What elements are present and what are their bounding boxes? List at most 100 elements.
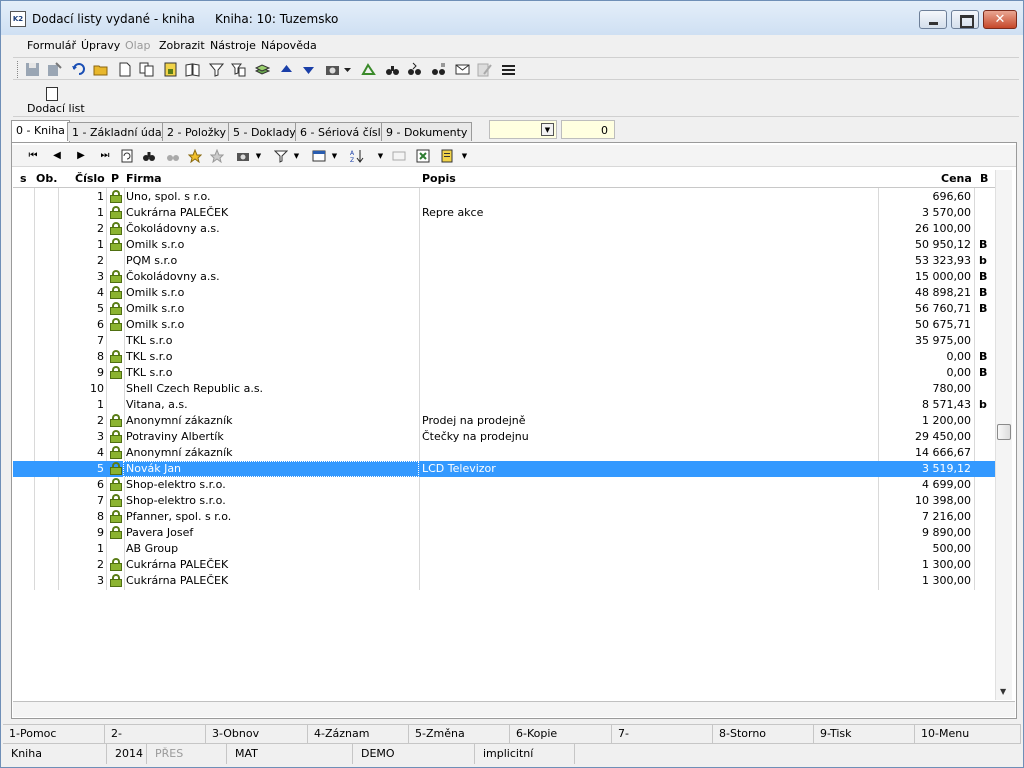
sort-az-icon[interactable]: AZ bbox=[350, 149, 364, 163]
table-row[interactable]: 8 Pfanner, spol. s r.o. 7 216,00 bbox=[13, 509, 995, 525]
table-row[interactable]: 1 Uno, spol. s r.o. 696,60 bbox=[13, 189, 995, 205]
delivery-note-button[interactable]: Dodací list bbox=[27, 102, 85, 115]
fkey-storno[interactable]: 8-Storno bbox=[713, 725, 814, 743]
chevron-down-icon[interactable]: ▼ bbox=[541, 123, 554, 136]
tab-dokumenty[interactable]: 9 - Dokumenty bbox=[381, 122, 473, 141]
mail-icon[interactable] bbox=[455, 62, 470, 77]
table-row[interactable]: 4 Omilk s.r.o 48 898,21 B bbox=[13, 285, 995, 301]
delivery-note-icon[interactable] bbox=[46, 87, 58, 101]
previous-record-icon[interactable]: ◀ bbox=[50, 149, 64, 163]
filter-icon[interactable] bbox=[274, 149, 288, 163]
table-row[interactable]: 7 TKL s.r.o 35 975,00 bbox=[13, 333, 995, 349]
fkey-2[interactable]: 2- bbox=[105, 725, 206, 743]
column-header-popis[interactable]: Popis bbox=[422, 172, 456, 185]
menu-upravy[interactable]: Úpravy bbox=[81, 39, 120, 52]
table-row[interactable]: 6 Omilk s.r.o 50 675,71 bbox=[13, 317, 995, 333]
first-record-icon[interactable]: ⏮ bbox=[26, 149, 40, 163]
open-folder-icon[interactable] bbox=[93, 62, 108, 77]
stack-icon[interactable] bbox=[255, 62, 270, 77]
chevron-down-icon[interactable]: ▼ bbox=[376, 149, 385, 163]
chevron-down-icon[interactable] bbox=[343, 62, 352, 77]
table-row[interactable]: 3 Cukrárna PALEČEK 1 300,00 bbox=[13, 573, 995, 589]
arrow-down-icon[interactable] bbox=[301, 62, 316, 77]
refresh-document-icon[interactable] bbox=[120, 149, 134, 163]
maximize-button[interactable] bbox=[951, 10, 979, 29]
menu-zobrazit[interactable]: Zobrazit bbox=[159, 39, 205, 52]
table-row[interactable]: 10 Shell Czech Republic a.s. 780,00 bbox=[13, 381, 995, 397]
columns-config-icon[interactable] bbox=[312, 149, 326, 163]
binoculars-icon[interactable] bbox=[385, 62, 400, 77]
table-row[interactable]: 1 AB Group 500,00 bbox=[13, 541, 995, 557]
column-header-cislo[interactable]: Číslo bbox=[75, 172, 105, 185]
column-header-firma[interactable]: Firma bbox=[126, 172, 162, 185]
table-row[interactable]: 1 Omilk s.r.o 50 950,12 B bbox=[13, 237, 995, 253]
column-header-ob[interactable]: Ob. bbox=[36, 172, 57, 185]
fkey-zmena[interactable]: 5-Změna bbox=[409, 725, 510, 743]
table-row[interactable]: 1 Vitana, a.s. 8 571,43 b bbox=[13, 397, 995, 413]
menu-formular[interactable]: Formulář bbox=[27, 39, 76, 52]
table-row[interactable]: 8 TKL s.r.o 0,00 B bbox=[13, 349, 995, 365]
fkey-7[interactable]: 7- bbox=[612, 725, 713, 743]
undo-icon[interactable] bbox=[71, 62, 86, 77]
fkey-tisk[interactable]: 9-Tisk bbox=[814, 725, 915, 743]
camera-icon[interactable] bbox=[325, 62, 340, 77]
table-row[interactable]: 5 Omilk s.r.o 56 760,71 B bbox=[13, 301, 995, 317]
fkey-zaznam[interactable]: 4-Záznam bbox=[308, 725, 409, 743]
table-row[interactable]: 2 Anonymní zákazník Prodej na prodejně 1 20… bbox=[13, 413, 995, 429]
fkey-pomoc[interactable]: 1-Pomoc bbox=[3, 725, 105, 743]
menu-lines-icon[interactable] bbox=[501, 62, 516, 77]
scroll-down-icon[interactable]: ▼ bbox=[1000, 687, 1006, 696]
report-icon[interactable] bbox=[440, 149, 454, 163]
copy-document-icon[interactable] bbox=[139, 62, 154, 77]
fkey-obnov[interactable]: 3-Obnov bbox=[206, 725, 308, 743]
table-row[interactable]: 2 Čokoládovny a.s. 26 100,00 bbox=[13, 221, 995, 237]
table-row[interactable]: 4 Anonymní zákazník 14 666,67 bbox=[13, 445, 995, 461]
table-row-selected[interactable]: 5 Novák Jan LCD Televizor 3 519,12 bbox=[13, 461, 995, 477]
export-excel-icon[interactable] bbox=[416, 149, 430, 163]
close-button[interactable]: ✕ bbox=[983, 10, 1017, 29]
recycle-icon[interactable] bbox=[361, 62, 376, 77]
binoculars-config-icon[interactable] bbox=[431, 62, 446, 77]
table-row[interactable]: 7 Shop-elektro s.r.o. 10 398,00 bbox=[13, 493, 995, 509]
toolbar-grip[interactable] bbox=[17, 61, 20, 78]
vertical-scrollbar[interactable]: ▼ bbox=[995, 170, 1012, 700]
tab-polozky[interactable]: 2 - Položky bbox=[162, 122, 231, 141]
count-field[interactable]: 0 bbox=[561, 120, 615, 139]
book-icon[interactable] bbox=[185, 62, 200, 77]
save-close-icon[interactable] bbox=[47, 62, 62, 77]
column-header-s[interactable]: s bbox=[20, 172, 27, 185]
chevron-down-icon[interactable]: ▼ bbox=[460, 149, 469, 163]
tab-kniha[interactable]: 0 - Kniha bbox=[11, 120, 70, 142]
table-row[interactable]: 3 Čokoládovny a.s. 15 000,00 B bbox=[13, 269, 995, 285]
new-document-icon[interactable] bbox=[117, 62, 132, 77]
table-row[interactable]: 6 Shop-elektro s.r.o. 4 699,00 bbox=[13, 477, 995, 493]
binoculars-next-icon[interactable] bbox=[407, 62, 422, 77]
fkey-menu[interactable]: 10-Menu bbox=[915, 725, 1021, 743]
chevron-down-icon[interactable]: ▼ bbox=[292, 149, 301, 163]
column-header-cena[interactable]: Cena bbox=[941, 172, 972, 185]
column-header-p[interactable]: P bbox=[111, 172, 119, 185]
title-bar[interactable]: K2 Dodací listy vydané - kniha Kniha: 10… bbox=[1, 1, 1023, 35]
filter-document-icon[interactable] bbox=[231, 62, 246, 77]
chevron-down-icon[interactable]: ▼ bbox=[330, 149, 339, 163]
tab-doklady[interactable]: 5 - Doklady bbox=[228, 122, 301, 141]
scrollbar-thumb[interactable] bbox=[997, 424, 1011, 440]
table-row[interactable]: 1 Cukrárna PALEČEK Repre akce 3 570,00 bbox=[13, 205, 995, 221]
last-record-icon[interactable]: ⏭ bbox=[98, 149, 112, 163]
add-star-icon[interactable] bbox=[188, 149, 202, 163]
minimize-button[interactable] bbox=[919, 10, 947, 29]
menu-nastroje[interactable]: Nástroje bbox=[210, 39, 256, 52]
lock-icon[interactable] bbox=[163, 62, 178, 77]
table-row[interactable]: 3 Potraviny Albertík Čtečky na prodejnu 29 … bbox=[13, 429, 995, 445]
next-record-icon[interactable]: ▶ bbox=[74, 149, 88, 163]
chevron-down-icon[interactable]: ▼ bbox=[254, 149, 263, 163]
table-row[interactable]: 2 Cukrárna PALEČEK 1 300,00 bbox=[13, 557, 995, 573]
arrow-up-icon[interactable] bbox=[279, 62, 294, 77]
column-header-b[interactable]: B bbox=[980, 172, 988, 185]
filter-icon[interactable] bbox=[209, 62, 224, 77]
table-row[interactable]: 9 Pavera Josef 9 890,00 bbox=[13, 525, 995, 541]
save-icon[interactable] bbox=[25, 62, 40, 77]
table-row[interactable]: 2 PQM s.r.o 53 323,93 b bbox=[13, 253, 995, 269]
fkey-kopie[interactable]: 6-Kopie bbox=[510, 725, 612, 743]
search-binoculars-icon[interactable] bbox=[142, 149, 156, 163]
